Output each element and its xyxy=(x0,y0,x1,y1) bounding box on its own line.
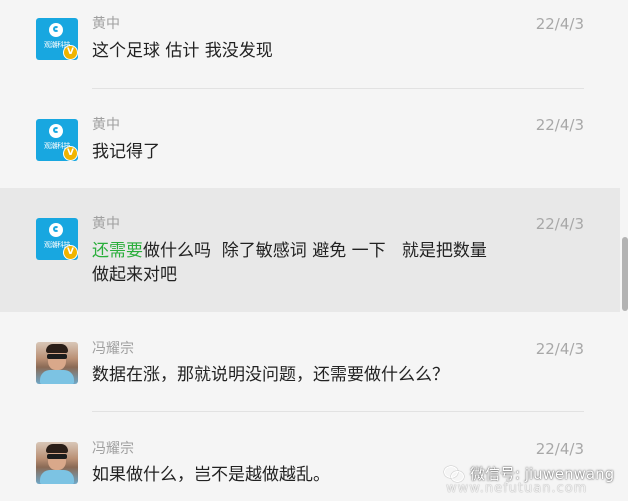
message-text: 这个足球 估计 我没发现 xyxy=(92,39,502,63)
sunglasses-icon xyxy=(47,454,67,459)
message-date: 22/4/3 xyxy=(535,340,584,358)
verified-badge-icon: V xyxy=(63,146,78,161)
avatar-shirt xyxy=(40,370,74,384)
sender-name: 冯耀宗 xyxy=(92,341,134,357)
brand-logo-icon xyxy=(49,223,63,237)
avatar[interactable] xyxy=(36,342,78,384)
sender-name: 黄中 xyxy=(92,117,120,133)
message-text: 还需要做什么吗 除了敏感词 避免 一下 就是把数量做起来对吧 xyxy=(92,239,492,287)
message-text: 数据在涨，那就说明没问题，还需要做什么么？ xyxy=(92,363,502,387)
avatar[interactable]: 观潮科技 V xyxy=(36,218,78,260)
message-text-part: 这个足球 估计 我没发现 xyxy=(92,41,273,61)
scrollbar-thumb[interactable] xyxy=(622,237,628,311)
message-text-part: 做什么吗 除了敏感词 避免 一下 就是把数量做起来对吧 xyxy=(92,241,487,285)
avatar-hair xyxy=(46,444,68,453)
message-date: 22/4/3 xyxy=(535,15,584,33)
message-text-part: 我记得了 xyxy=(92,142,160,162)
message-date: 22/4/3 xyxy=(535,215,584,233)
sunglasses-icon xyxy=(47,354,67,359)
message-text: 如果做什么，岂不是越做越乱。 xyxy=(92,463,502,487)
brand-logo-icon xyxy=(49,23,63,37)
chat-message[interactable]: 冯耀宗 22/4/3 数据在涨，那就说明没问题，还需要做什么么？ xyxy=(0,312,620,412)
sender-name: 黄中 xyxy=(92,16,120,32)
wechat-icon xyxy=(444,465,464,482)
avatar[interactable]: 观潮科技 V xyxy=(36,18,78,60)
message-date: 22/4/3 xyxy=(535,440,584,458)
verified-badge-icon: V xyxy=(63,45,78,60)
chat-message[interactable]: 观潮科技 V 黄中 22/4/3 我记得了 xyxy=(0,90,620,188)
message-date: 22/4/3 xyxy=(535,116,584,134)
sender-name: 黄中 xyxy=(92,216,120,232)
message-text: 我记得了 xyxy=(92,140,502,164)
sender-name: 冯耀宗 xyxy=(92,441,134,457)
avatar-shirt xyxy=(40,470,74,484)
chat-message[interactable]: 观潮科技 V 黄中 22/4/3 这个足球 估计 我没发现 xyxy=(0,0,620,90)
highlighted-keyword: 还需要 xyxy=(92,241,143,261)
brand-logo-icon xyxy=(49,124,63,138)
message-divider xyxy=(92,88,584,89)
chat-message-selected[interactable]: 观潮科技 V 黄中 22/4/3 还需要做什么吗 除了敏感词 避免 一下 就是把… xyxy=(0,188,620,312)
chat-message-list: 观潮科技 V 黄中 22/4/3 这个足球 估计 我没发现 观潮科技 V 黄中 … xyxy=(0,0,620,501)
avatar-hair xyxy=(46,344,68,353)
watermark-url: www.nefutuan.com xyxy=(446,481,588,496)
message-text-part: 如果做什么，岂不是越做越乱。 xyxy=(92,465,330,485)
avatar[interactable] xyxy=(36,442,78,484)
avatar[interactable]: 观潮科技 V xyxy=(36,119,78,161)
verified-badge-icon: V xyxy=(63,245,78,260)
message-text-part: 数据在涨，那就说明没问题，还需要做什么么？ xyxy=(92,365,449,385)
